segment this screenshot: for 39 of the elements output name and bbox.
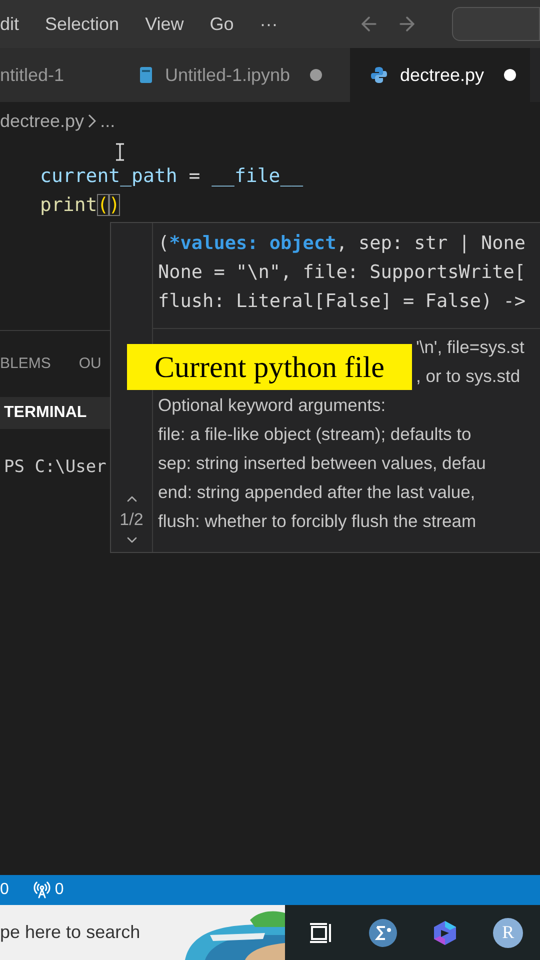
menu-item[interactable]: Selection [45, 10, 120, 38]
taskbar-search-field[interactable]: pe here to search [0, 905, 185, 960]
menu-item[interactable]: ··· [260, 10, 278, 38]
doc-line: end: string appended after the last value, [158, 481, 476, 504]
command-center-field[interactable] [452, 7, 540, 41]
code-line: print() [40, 193, 120, 218]
code-line: current_path = __file__ [40, 164, 304, 189]
panel-tab[interactable]: OU [78, 352, 102, 376]
panel-tab[interactable]: BLEMS [0, 352, 51, 376]
math-app-icon[interactable] [368, 918, 398, 948]
doc-line: sep: string inserted between values, defau [158, 452, 486, 475]
menu-item[interactable]: Go [210, 10, 234, 38]
breadcrumb-item[interactable]: ... [100, 108, 116, 134]
caption-label: Current python file [127, 344, 412, 390]
editor-tab[interactable]: Untitled-1.ipynb [115, 48, 350, 102]
doc-line: , or to sys.std [416, 365, 520, 388]
task-view-icon[interactable] [310, 922, 334, 944]
editor-tab[interactable]: ntitled-1 [0, 48, 115, 102]
overload-counter: 1/2 [120, 508, 144, 530]
terminal-tab[interactable]: TERMINAL [0, 397, 110, 429]
menu-item[interactable]: View [145, 10, 184, 38]
python-icon [370, 66, 388, 84]
signature-line: None = "\n", file: SupportsWrite[ [158, 261, 526, 285]
doc-line: '\n', file=sys.st [416, 336, 524, 359]
editor-tab[interactable]: dectree.py [350, 48, 530, 102]
text-cursor-icon [115, 143, 125, 161]
menu-item[interactable]: dit [0, 10, 20, 38]
doc-line: Optional keyword arguments: [158, 394, 386, 417]
signature-line: flush: Literal[False] = False) -> [158, 290, 526, 314]
signature-line: (*values: object, sep: str | None [158, 232, 526, 256]
status-count[interactable]: 0 [54, 878, 64, 902]
antenna-icon [32, 881, 51, 899]
doc-line: flush: whether to forcibly flush the stream [158, 510, 476, 533]
chevron-right-icon [88, 114, 96, 128]
doc-line: file: a file-like object (stream); defaults to [158, 423, 472, 446]
breadcrumb-item[interactable]: dectree.py [0, 108, 84, 134]
terminal-text: PS C:\User [3, 456, 106, 479]
notebook-icon [139, 66, 153, 84]
status-count[interactable]: 0 [0, 878, 9, 902]
